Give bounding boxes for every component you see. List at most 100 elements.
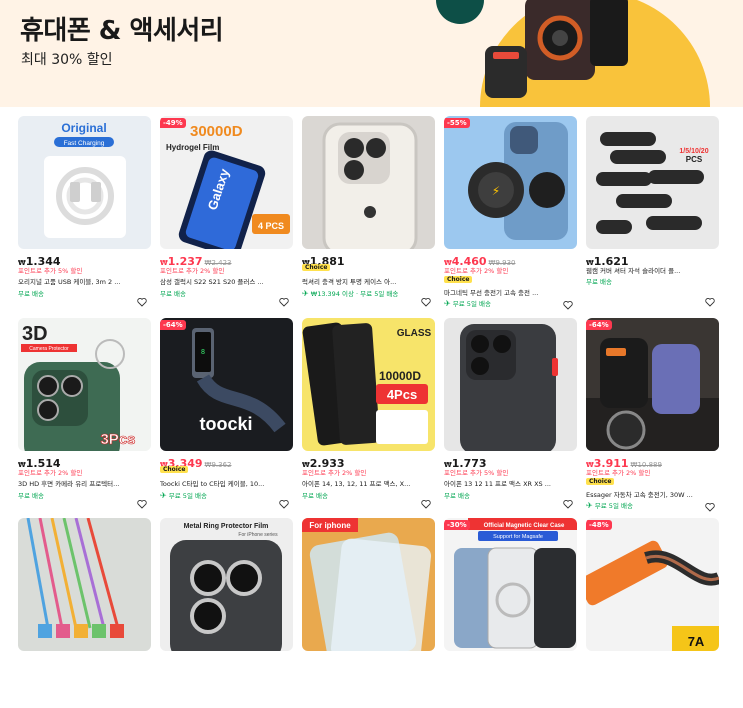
shipping-text: 무료 배송 bbox=[586, 278, 612, 286]
promo-text: 포인트로 추가 5% 할인 bbox=[444, 469, 509, 477]
svg-text:Metal Ring Protector Film: Metal Ring Protector Film bbox=[184, 523, 269, 530]
promo-text: 포인트로 추가 5% 할인 bbox=[18, 267, 83, 275]
product-card[interactable]: 8 toocki -64% ₩3.349 ₩9.362 Choice Toocki… bbox=[160, 318, 293, 509]
svg-text:Official Magnetic Clear Case: Official Magnetic Clear Case bbox=[484, 523, 565, 529]
product-image[interactable]: 7A -48% bbox=[586, 518, 719, 651]
product-image[interactable] bbox=[302, 116, 435, 249]
product-title[interactable]: Essager 자동차 고속 충전기, 30W ... bbox=[586, 489, 706, 499]
product-image[interactable]: ⚡ -55% bbox=[444, 116, 577, 249]
svg-text:Support for Magsafe: Support for Magsafe bbox=[493, 534, 543, 540]
plane-icon: ✈ bbox=[302, 289, 309, 298]
product-card[interactable]: 30000D Hydrogel Film Galaxy 4 PCS -49% ₩… bbox=[160, 116, 293, 307]
product-image[interactable]: -64% bbox=[586, 318, 719, 451]
product-image[interactable]: GLASS 10000D 4Pcs bbox=[302, 318, 435, 451]
product-image[interactable] bbox=[444, 318, 577, 451]
heart-icon[interactable] bbox=[705, 297, 715, 307]
heart-icon[interactable] bbox=[563, 499, 573, 509]
svg-text:⚡: ⚡ bbox=[492, 184, 500, 198]
plane-icon: ✈ bbox=[586, 501, 593, 510]
svg-text:4Pcs: 4Pcs bbox=[387, 387, 417, 402]
product-image[interactable]: 1/5/10/20 PCS bbox=[586, 116, 719, 249]
discount-badge: -48% bbox=[586, 520, 612, 530]
original-price: ₩9.362 bbox=[204, 461, 232, 469]
heart-icon[interactable] bbox=[421, 297, 431, 307]
svg-text:30000D: 30000D bbox=[190, 123, 243, 140]
product-card[interactable]: Official Magnetic Clear Case Support for… bbox=[444, 518, 577, 708]
product-image[interactable]: Original Fast Charging bbox=[18, 116, 151, 249]
heart-icon[interactable] bbox=[279, 499, 289, 509]
svg-text:10000D: 10000D bbox=[379, 369, 421, 383]
product-title[interactable]: 아이폰 14, 13, 12, 11 프로 맥스, X... bbox=[302, 478, 422, 488]
discount-badge: -64% bbox=[160, 320, 186, 330]
heart-icon[interactable] bbox=[705, 502, 715, 512]
product-image[interactable]: Metal Ring Protector Film For iPhone ser… bbox=[160, 518, 293, 651]
product-card[interactable]: Metal Ring Protector Film For iPhone ser… bbox=[160, 518, 293, 708]
banner-subtitle: 최대 30% 할인 bbox=[21, 52, 113, 68]
heart-icon[interactable] bbox=[563, 300, 573, 310]
shipping-text: 무료 배송 bbox=[444, 492, 470, 500]
discount-badge: -64% bbox=[586, 320, 612, 330]
heart-icon[interactable] bbox=[279, 297, 289, 307]
shipping-text: ✈ 무료 5일 배송 bbox=[160, 491, 207, 500]
plane-icon: ✈ bbox=[160, 491, 167, 500]
discount-badge: -55% bbox=[444, 118, 470, 128]
product-title[interactable]: 럭셔리 충격 방지 투명 케이스 아... bbox=[302, 276, 422, 286]
svg-text:Camera Protector: Camera Protector bbox=[29, 346, 69, 352]
promo-text: 포인트로 추가 2% 할인 bbox=[302, 469, 367, 477]
heart-icon[interactable] bbox=[137, 297, 147, 307]
shipping-text: 무료 배송 bbox=[302, 492, 328, 500]
product-image[interactable]: 3D Camera Protector 3Pcs bbox=[18, 318, 151, 451]
product-card[interactable]: 1/5/10/20 PCS ₩1.621 웹캠 커버 셔터 자석 슬라이더 플.… bbox=[586, 116, 719, 307]
category-banner: 휴대폰 & 액세서리 최대 30% 할인 bbox=[0, 0, 743, 107]
choice-badge: Choice bbox=[302, 264, 331, 271]
shipping-text: 무료 배송 bbox=[18, 290, 44, 298]
product-title[interactable]: 삼성 갤럭시 S22 S21 S20 플러스 ... bbox=[160, 276, 280, 286]
product-title[interactable]: 마그네틱 무선 충전기 고속 충전 ... bbox=[444, 287, 564, 297]
product-card[interactable]: ⚡ -55% ₩4.460 ₩9.930 포인트로 추가 2% 할인 Choice… bbox=[444, 116, 577, 310]
svg-text:PCS: PCS bbox=[686, 155, 703, 164]
svg-text:Fast Charging: Fast Charging bbox=[64, 140, 105, 147]
svg-text:4 PCS: 4 PCS bbox=[258, 221, 284, 231]
product-card[interactable]: GLASS 10000D 4Pcs ₩2.933 포인트로 추가 2% 할인 아… bbox=[302, 318, 435, 509]
product-card[interactable]: ₩1.773 포인트로 추가 5% 할인 아이폰 13 12 11 프로 맥스 … bbox=[444, 318, 577, 509]
promo-text: 포인트로 추가 2% 할인 bbox=[18, 469, 83, 477]
banner-illustration bbox=[430, 0, 743, 107]
product-card[interactable]: 3D Camera Protector 3Pcs ₩1.514 포인트로 추가 … bbox=[18, 318, 151, 509]
svg-text:3D: 3D bbox=[22, 323, 48, 345]
product-card[interactable] bbox=[18, 518, 151, 708]
product-title[interactable]: Toocki C타입 to C타입 케이블, 10... bbox=[160, 478, 280, 488]
choice-badge: Choice bbox=[586, 478, 615, 485]
choice-badge: Choice bbox=[444, 276, 473, 283]
product-title[interactable]: 아이폰 13 12 11 프로 맥스 XR XS ... bbox=[444, 478, 564, 488]
svg-text:toocki: toocki bbox=[199, 414, 252, 434]
promo-text: 포인트로 추가 2% 할인 bbox=[444, 267, 509, 275]
page-title: 휴대폰 & 액세서리 bbox=[20, 16, 224, 46]
product-image[interactable]: Official Magnetic Clear Case Support for… bbox=[444, 518, 577, 651]
shipping-text: 무료 배송 bbox=[160, 290, 186, 298]
promo-text: 포인트로 추가 2% 할인 bbox=[160, 267, 225, 275]
svg-text:1/5/10/20: 1/5/10/20 bbox=[679, 148, 708, 155]
plane-icon: ✈ bbox=[444, 299, 451, 308]
product-image[interactable]: For iphone bbox=[302, 518, 435, 651]
product-image[interactable]: 8 toocki -64% bbox=[160, 318, 293, 451]
product-card[interactable]: -64% ₩3.911 ₩10.889 포인트로 추가 2% 할인 Choice … bbox=[586, 318, 719, 512]
product-card[interactable]: 7A -48% bbox=[586, 518, 719, 708]
discount-badge: -30% bbox=[444, 520, 470, 530]
heart-icon[interactable] bbox=[137, 499, 147, 509]
svg-text:GLASS: GLASS bbox=[397, 328, 432, 339]
svg-text:For iPhone series: For iPhone series bbox=[238, 532, 278, 538]
product-image[interactable]: 30000D Hydrogel Film Galaxy 4 PCS -49% bbox=[160, 116, 293, 249]
product-title[interactable]: 3D HD 후면 카메라 유리 프로텍터... bbox=[18, 478, 138, 488]
product-card[interactable]: Original Fast Charging ₩1.344 포인트로 추가 5%… bbox=[18, 116, 151, 307]
product-title[interactable]: 웹캠 커버 셔터 자석 슬라이더 플... bbox=[586, 265, 706, 275]
promo-text: 포인트로 추가 2% 할인 bbox=[586, 469, 651, 477]
discount-badge: -49% bbox=[160, 118, 186, 128]
svg-text:For iphone: For iphone bbox=[309, 521, 351, 530]
product-card[interactable]: ₩1.881 Choice 럭셔리 충격 방지 투명 케이스 아... ✈ ₩1… bbox=[302, 116, 435, 307]
svg-text:8: 8 bbox=[201, 348, 205, 356]
heart-icon[interactable] bbox=[421, 499, 431, 509]
svg-text:3Pcs: 3Pcs bbox=[100, 431, 135, 448]
product-image[interactable] bbox=[18, 518, 151, 651]
product-card[interactable]: For iphone bbox=[302, 518, 435, 708]
product-title[interactable]: 오리지널 고품 USB 케이블, 3m 2 ... bbox=[18, 276, 138, 286]
